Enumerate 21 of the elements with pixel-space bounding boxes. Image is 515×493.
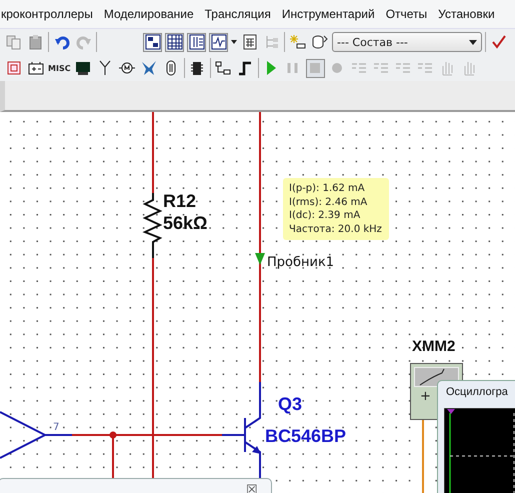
component-dropdown[interactable]: --- Состав ---: [332, 32, 482, 52]
menu-item[interactable]: Отчеты: [386, 7, 428, 21]
menu-item[interactable]: Инструментарий: [282, 7, 375, 21]
probe-reading: I(p-p): 1.62 mA: [289, 182, 366, 196]
multimeter-label: XMM2: [412, 338, 456, 355]
oscilloscope-dialog[interactable]: Осциллогра: [437, 380, 515, 493]
probe-reading: Частота: 20.0 kHz: [289, 222, 383, 236]
probe-reading: I(dc): 2.39 mA: [289, 209, 362, 222]
probe-label: Пробник1: [267, 255, 334, 270]
transistor-label: Q3: [278, 394, 302, 415]
terminal-label: +: [420, 389, 431, 404]
resistor-value: 56kΩ: [163, 213, 208, 234]
transistor-model: BC546BP: [265, 426, 346, 447]
menu-item[interactable]: Трансляция: [204, 7, 271, 21]
pin-number: 7: [53, 422, 60, 433]
misc-label: MISC: [48, 64, 71, 72]
menu-item[interactable]: Установки: [438, 7, 495, 21]
resistor-label: R12: [163, 191, 196, 212]
probe-reading: I(rms): 2.46 mA: [289, 196, 368, 209]
menu-item[interactable]: Моделирование: [104, 7, 194, 21]
menu-item[interactable]: кроконтроллеры: [1, 7, 93, 21]
